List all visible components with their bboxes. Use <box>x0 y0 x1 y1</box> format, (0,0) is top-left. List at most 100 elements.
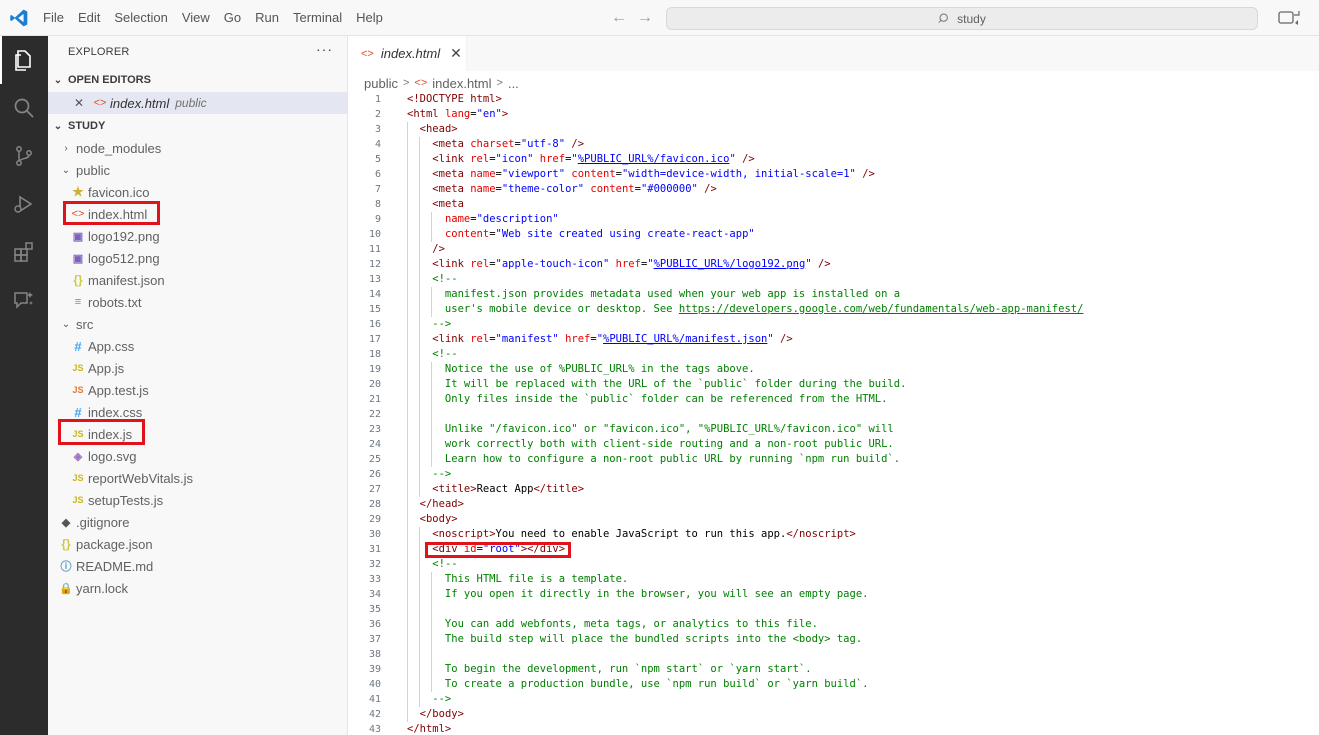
code-token: --> <box>407 468 452 480</box>
code-line: 26 --> <box>349 467 1319 482</box>
code-line: 42 </body> <box>349 707 1319 722</box>
menu-run[interactable]: Run <box>248 0 286 36</box>
tree-item-index-css[interactable]: # index.css <box>48 401 347 423</box>
code-token: /> <box>735 153 755 165</box>
extensions-icon[interactable] <box>0 228 48 276</box>
tree-item-label: index.html <box>88 206 148 222</box>
line-number: 33 <box>368 574 381 585</box>
copilot-chat-icon[interactable] <box>1278 9 1300 27</box>
menu-help[interactable]: Help <box>349 0 390 36</box>
nav-back-icon[interactable]: ← <box>610 9 628 27</box>
command-center-text: study <box>957 11 986 26</box>
tree-item-index-html[interactable]: <> index.html <box>48 203 347 225</box>
tree-item-setuptests-js[interactable]: JS setupTests.js <box>48 489 347 511</box>
code-token: name <box>470 183 496 195</box>
tree-item-app-css[interactable]: # App.css <box>48 335 347 357</box>
code-token: /> <box>697 183 717 195</box>
title-bar: File Edit Selection View Go Run Terminal Help ←… <box>0 0 1319 36</box>
code-line: 35 <box>349 602 1319 617</box>
code-token: "viewport" <box>501 168 566 180</box>
code-line: 38 <box>349 647 1319 662</box>
code-token: content <box>584 183 635 195</box>
indent-guide <box>419 137 420 497</box>
tree-item-src[interactable]: ⌄ src <box>48 313 347 335</box>
code-token: <title> <box>432 483 477 495</box>
code-text: Only files inside the `public` folder ca… <box>407 392 888 407</box>
tree-item-logo192-png[interactable]: ▣ logo192.png <box>48 225 347 247</box>
vscode-logo-icon[interactable] <box>9 8 29 28</box>
code-line: 29 <body> <box>349 512 1319 527</box>
line-number: 4 <box>374 139 381 150</box>
json-file-icon: {} <box>61 537 71 551</box>
line-number: 38 <box>368 649 381 660</box>
menu-terminal[interactable]: Terminal <box>286 0 349 36</box>
tree-item-label: reportWebVitals.js <box>88 470 194 486</box>
code-text: <!-- <box>407 272 457 287</box>
code-token: Only files inside the `public` folder ca… <box>407 393 888 405</box>
tree-item-app-test-js[interactable]: JS App.test.js <box>48 379 347 401</box>
tree-item-gitignore[interactable]: ◆ .gitignore <box>48 511 347 533</box>
run-debug-icon[interactable] <box>0 180 48 228</box>
code-text: <noscript>You need to enable JavaScript … <box>407 527 856 542</box>
close-icon[interactable]: ✕ <box>74 96 90 110</box>
code-text: work correctly both with client-side rou… <box>407 437 894 452</box>
code-token: <meta <box>432 198 464 210</box>
line-number: 20 <box>368 379 381 390</box>
command-center-search[interactable]: study <box>666 7 1258 30</box>
code-token: </body> <box>419 708 464 720</box>
code-text: Unlike "/favicon.ico" or "favicon.ico", … <box>407 422 894 437</box>
breadcrumb-item-folder[interactable]: public <box>364 76 398 91</box>
tree-item-public[interactable]: ⌄ public <box>48 159 347 181</box>
tree-item-favicon-ico[interactable]: ★ favicon.ico <box>48 181 347 203</box>
menu-bar: File Edit Selection View Go Run Terminal Help <box>36 0 390 36</box>
code-token: This HTML file is a template. <box>407 573 629 585</box>
tree-item-package-json[interactable]: {} package.json <box>48 533 347 555</box>
code-text: <body> <box>407 512 458 527</box>
code-line: 33 This HTML file is a template. <box>349 572 1319 587</box>
tree-item-logo512-png[interactable]: ▣ logo512.png <box>48 247 347 269</box>
tree-item-label: README.md <box>76 558 154 574</box>
code-token: The build step will place the bundled sc… <box>407 633 863 645</box>
open-editors-label: OPEN EDITORS <box>68 74 151 86</box>
tree-item-yarn-lock[interactable]: 🔒 yarn.lock <box>48 577 347 599</box>
nav-forward-icon[interactable]: → <box>636 9 654 27</box>
chat-icon[interactable] <box>0 276 48 324</box>
open-editors-header[interactable]: ⌄ OPEN EDITORS <box>48 69 348 91</box>
code-token: <meta <box>432 183 471 195</box>
code-token: > <box>501 108 509 120</box>
menu-go[interactable]: Go <box>217 0 248 36</box>
code-line: 25 Learn how to configure a non-root pub… <box>349 452 1319 467</box>
open-editor-item[interactable]: ✕ <> index.html public <box>48 92 347 114</box>
img-file-icon: ▣ <box>72 252 84 265</box>
code-token: "manifest" <box>495 333 559 345</box>
indent-guide <box>407 122 408 722</box>
line-number: 8 <box>374 199 381 210</box>
tree-item-reportwebvitals-js[interactable]: JS reportWebVitals.js <box>48 467 347 489</box>
tree-item-index-js[interactable]: JS index.js <box>48 423 347 445</box>
indent-guide <box>431 212 432 242</box>
tree-item-robots-txt[interactable]: ≡ robots.txt <box>48 291 347 313</box>
menu-edit[interactable]: Edit <box>71 0 107 36</box>
breadcrumb-item-symbol[interactable]: ... <box>508 76 519 91</box>
explorer-activity-icon[interactable] <box>0 36 48 84</box>
code-text: <!-- <box>407 557 457 572</box>
menu-file[interactable]: File <box>36 0 71 36</box>
workspace-header[interactable]: ⌄ STUDY <box>48 115 348 137</box>
search-activity-icon[interactable] <box>0 84 48 132</box>
tree-item-readme-md[interactable]: ⓘ README.md <box>48 555 347 577</box>
img-file-icon: ▣ <box>72 230 84 243</box>
tab-index-html[interactable]: <> index.html ✕ <box>349 36 467 71</box>
more-actions-icon[interactable]: ··· <box>316 41 333 57</box>
tree-item-manifest-json[interactable]: {} manifest.json <box>48 269 347 291</box>
close-icon[interactable]: ✕ <box>450 45 462 62</box>
chevron-right-icon: > <box>402 77 410 89</box>
code-token: /> <box>565 138 585 150</box>
menu-selection[interactable]: Selection <box>107 0 174 36</box>
menu-view[interactable]: View <box>175 0 217 36</box>
code-line: 2 <html lang="en"> <box>349 107 1319 122</box>
breadcrumb-item-file[interactable]: index.html <box>432 76 491 91</box>
tree-item-app-js[interactable]: JS App.js <box>48 357 347 379</box>
source-control-icon[interactable] <box>0 132 48 180</box>
tree-item-node-modules[interactable]: › node_modules <box>48 137 347 159</box>
tree-item-logo-svg[interactable]: ◈ logo.svg <box>48 445 347 467</box>
